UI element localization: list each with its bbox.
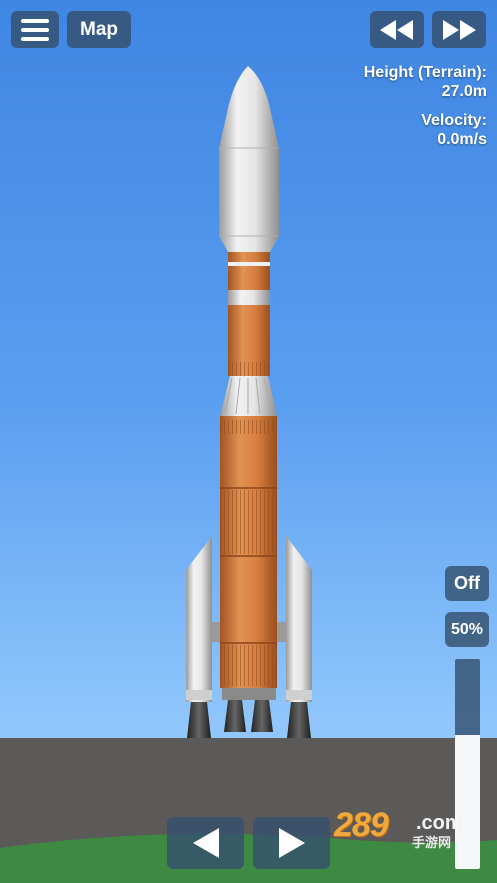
- upper-stage: [228, 250, 270, 376]
- rewind-button[interactable]: [370, 11, 424, 48]
- core-stage: [220, 416, 277, 688]
- watermark-number: 289: [334, 806, 389, 844]
- rewind-icon: [380, 19, 413, 40]
- right-booster: [276, 536, 312, 738]
- core-engines: [222, 686, 276, 732]
- map-button[interactable]: Map: [67, 11, 131, 48]
- throttle-percent-button[interactable]: 50%: [445, 612, 489, 647]
- rotate-right-button[interactable]: [253, 817, 330, 869]
- rotate-left-button[interactable]: [167, 817, 244, 869]
- throttle-toggle-button[interactable]: Off: [445, 566, 489, 601]
- fast-forward-button[interactable]: [432, 11, 486, 48]
- height-value: 27.0m: [441, 83, 487, 100]
- height-label: Height (Terrain):: [363, 64, 487, 81]
- hamburger-line: [21, 27, 49, 32]
- fast-forward-icon: [443, 19, 476, 40]
- left-booster: [186, 536, 222, 738]
- triangle-right-icon: [278, 828, 305, 858]
- triangle-left-icon: [192, 828, 219, 858]
- site-watermark: 289 .com 手游网: [334, 806, 474, 850]
- velocity-value: 0.0m/s: [437, 131, 487, 148]
- throttle-slider-fill: [455, 734, 480, 869]
- payload-fairing: [219, 66, 279, 252]
- hamburger-line: [21, 36, 49, 41]
- watermark-chinese: 手游网: [412, 835, 452, 850]
- velocity-label: Velocity:: [421, 112, 487, 129]
- launch-scene: [0, 66, 497, 883]
- menu-button[interactable]: [11, 11, 59, 48]
- hamburger-menu-icon: [21, 18, 49, 23]
